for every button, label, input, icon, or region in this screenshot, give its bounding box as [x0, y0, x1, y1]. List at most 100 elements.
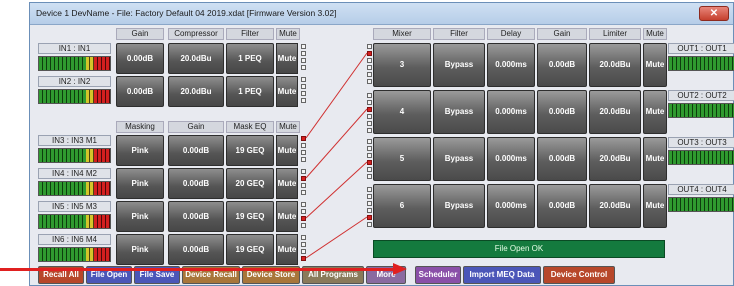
route-node[interactable] — [367, 153, 372, 158]
route-node[interactable] — [367, 194, 372, 199]
input-mute-button[interactable]: Mute — [276, 43, 298, 74]
limiter-button[interactable]: 20.0dBu — [589, 184, 641, 228]
masking-button[interactable]: Pink — [116, 234, 164, 265]
mic-mute-button[interactable]: Mute — [276, 201, 298, 232]
masking-button[interactable]: Pink — [116, 201, 164, 232]
input-gain-button[interactable]: 0.00dB — [116, 76, 164, 107]
output-gain-button[interactable]: 0.00dB — [537, 137, 587, 181]
input-label[interactable]: IN4 : IN4 M2 — [38, 168, 111, 179]
route-node[interactable] — [367, 121, 372, 126]
route-node[interactable] — [301, 249, 306, 254]
output-label[interactable]: OUT4 : OUT4 — [668, 184, 734, 195]
route-node[interactable] — [367, 114, 372, 119]
output-label[interactable]: OUT2 : OUT2 — [668, 90, 734, 101]
input-filter-button[interactable]: 1 PEQ — [226, 43, 274, 74]
route-node[interactable] — [301, 190, 306, 195]
mask-eq-button[interactable]: 19 GEQ — [226, 135, 274, 166]
route-node[interactable] — [301, 98, 306, 103]
route-node[interactable] — [367, 128, 372, 133]
route-node-active[interactable] — [367, 107, 372, 112]
route-node[interactable] — [301, 235, 306, 240]
route-node[interactable] — [367, 58, 372, 63]
route-node[interactable] — [367, 174, 372, 179]
route-node[interactable] — [367, 100, 372, 105]
route-node[interactable] — [367, 139, 372, 144]
route-node-active[interactable] — [301, 176, 306, 181]
output-gain-button[interactable]: 0.00dB — [537, 43, 587, 87]
close-button[interactable]: ✕ — [699, 6, 729, 21]
route-node[interactable] — [367, 167, 372, 172]
mask-eq-button[interactable]: 20 GEQ — [226, 168, 274, 199]
scheduler-button[interactable]: Scheduler — [415, 266, 461, 284]
output-gain-button[interactable]: 0.00dB — [537, 90, 587, 134]
mic-mute-button[interactable]: Mute — [276, 168, 298, 199]
route-node[interactable] — [301, 150, 306, 155]
delay-button[interactable]: 0.000ms — [487, 43, 535, 87]
mask-eq-button[interactable]: 19 GEQ — [226, 201, 274, 232]
input-filter-button[interactable]: 1 PEQ — [226, 76, 274, 107]
route-node[interactable] — [301, 242, 306, 247]
output-filter-button[interactable]: Bypass — [433, 90, 485, 134]
output-mute-button[interactable]: Mute — [643, 184, 667, 228]
route-node-active[interactable] — [367, 160, 372, 165]
device-control-button[interactable]: Device Control — [543, 266, 615, 284]
input-compressor-button[interactable]: 20.0dBu — [168, 76, 224, 107]
route-node[interactable] — [301, 58, 306, 63]
route-node[interactable] — [367, 44, 372, 49]
input-compressor-button[interactable]: 20.0dBu — [168, 43, 224, 74]
mic-gain-button[interactable]: 0.00dB — [168, 135, 224, 166]
mask-eq-button[interactable]: 19 GEQ — [226, 234, 274, 265]
route-node[interactable] — [301, 202, 306, 207]
route-node[interactable] — [301, 91, 306, 96]
masking-button[interactable]: Pink — [116, 135, 164, 166]
output-mute-button[interactable]: Mute — [643, 137, 667, 181]
route-node[interactable] — [367, 146, 372, 151]
delay-button[interactable]: 0.000ms — [487, 184, 535, 228]
input-gain-button[interactable]: 0.00dB — [116, 43, 164, 74]
input-label[interactable]: IN6 : IN6 M4 — [38, 234, 111, 245]
input-label[interactable]: IN5 : IN5 M3 — [38, 201, 111, 212]
route-node[interactable] — [367, 187, 372, 192]
masking-button[interactable]: Pink — [116, 168, 164, 199]
mic-gain-button[interactable]: 0.00dB — [168, 201, 224, 232]
import-meq-data-button[interactable]: Import MEQ Data — [463, 266, 541, 284]
mixer-button[interactable]: 5 — [373, 137, 431, 181]
route-node[interactable] — [367, 208, 372, 213]
route-node-active[interactable] — [301, 136, 306, 141]
output-label[interactable]: OUT1 : OUT1 — [668, 43, 734, 54]
route-node[interactable] — [367, 93, 372, 98]
route-node-active[interactable] — [367, 51, 372, 56]
route-node[interactable] — [301, 223, 306, 228]
mixer-button[interactable]: 6 — [373, 184, 431, 228]
output-gain-button[interactable]: 0.00dB — [537, 184, 587, 228]
output-filter-button[interactable]: Bypass — [433, 184, 485, 228]
route-node-active[interactable] — [301, 256, 306, 261]
limiter-button[interactable]: 20.0dBu — [589, 43, 641, 87]
output-filter-button[interactable]: Bypass — [433, 43, 485, 87]
mic-gain-button[interactable]: 0.00dB — [168, 168, 224, 199]
output-mute-button[interactable]: Mute — [643, 90, 667, 134]
route-node[interactable] — [367, 201, 372, 206]
route-node[interactable] — [301, 65, 306, 70]
route-node-active[interactable] — [367, 215, 372, 220]
route-node[interactable] — [367, 72, 372, 77]
output-filter-button[interactable]: Bypass — [433, 137, 485, 181]
mixer-button[interactable]: 3 — [373, 43, 431, 87]
output-label[interactable]: OUT3 : OUT3 — [668, 137, 734, 148]
route-node[interactable] — [301, 143, 306, 148]
route-node[interactable] — [301, 77, 306, 82]
input-label[interactable]: IN3 : IN3 M1 — [38, 135, 111, 146]
input-mute-button[interactable]: Mute — [276, 76, 298, 107]
mic-mute-button[interactable]: Mute — [276, 234, 298, 265]
route-node[interactable] — [301, 169, 306, 174]
mic-mute-button[interactable]: Mute — [276, 135, 298, 166]
input-label[interactable]: IN1 : IN1 — [38, 43, 111, 54]
delay-button[interactable]: 0.000ms — [487, 137, 535, 181]
route-node[interactable] — [367, 65, 372, 70]
limiter-button[interactable]: 20.0dBu — [589, 137, 641, 181]
limiter-button[interactable]: 20.0dBu — [589, 90, 641, 134]
route-node[interactable] — [367, 222, 372, 227]
route-node[interactable] — [367, 79, 372, 84]
route-node[interactable] — [301, 183, 306, 188]
route-node[interactable] — [301, 209, 306, 214]
